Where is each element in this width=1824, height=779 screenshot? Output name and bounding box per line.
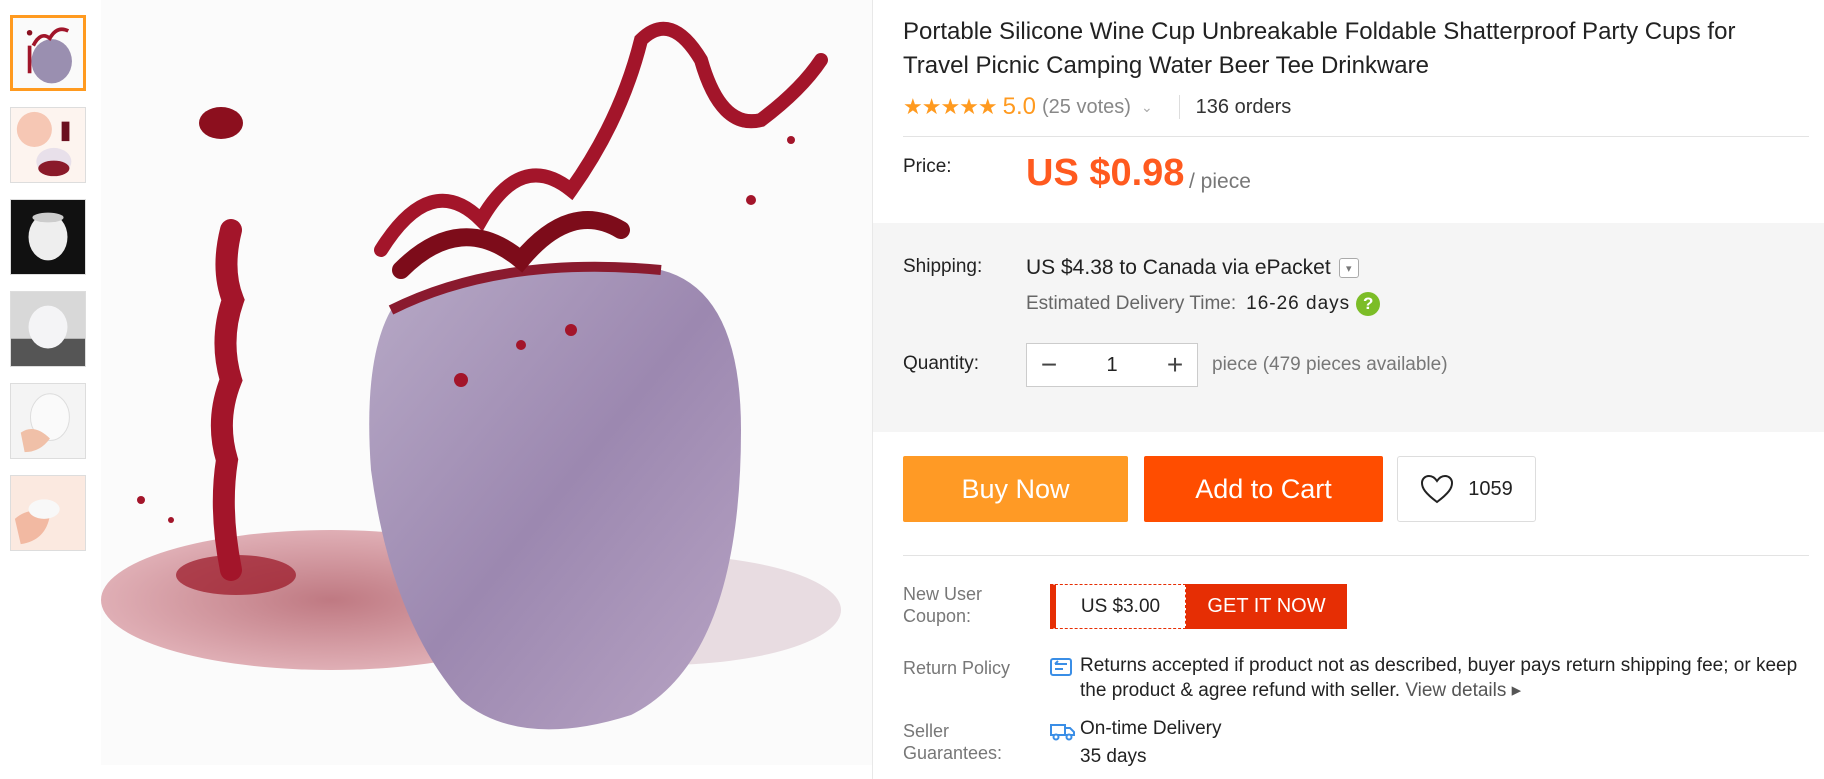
- product-title: Portable Silicone Wine Cup Unbreakable F…: [903, 18, 1736, 79]
- rating-stars-icon: ★★★★★: [903, 94, 998, 119]
- buy-now-button[interactable]: Buy Now: [903, 456, 1128, 522]
- coupon: US $3.00 GET IT NOW: [1050, 584, 1347, 629]
- delivery-time: Estimated Delivery Time: 16-26 days ?: [1026, 292, 1381, 316]
- thumbnail-2[interactable]: [10, 107, 86, 183]
- return-policy-text: Returns accepted if product not as descr…: [1080, 653, 1800, 703]
- votes-count[interactable]: (25 votes): [1042, 96, 1131, 119]
- coupon-label: New User Coupon:: [903, 584, 983, 626]
- price-unit: / piece: [1189, 170, 1251, 193]
- heart-icon: [1421, 474, 1454, 504]
- orders-count: 136 orders: [1195, 95, 1292, 118]
- minus-icon[interactable]: −: [1027, 344, 1071, 386]
- seller-guarantee-delivery: On-time Delivery: [1080, 718, 1222, 739]
- quantity-stepper: − 1 +: [1026, 343, 1198, 387]
- seller-guarantee-days: 35 days: [1080, 746, 1147, 767]
- main-product-image[interactable]: [101, 0, 872, 765]
- price-label: Price:: [903, 156, 952, 177]
- thumbnail-3[interactable]: [10, 199, 86, 275]
- plus-icon[interactable]: +: [1153, 344, 1197, 386]
- thumbnail-6[interactable]: [10, 475, 86, 551]
- view-details-link[interactable]: View details ▸: [1405, 680, 1521, 701]
- wishlist-count: 1059: [1468, 477, 1513, 500]
- thumbnail-4[interactable]: [10, 291, 86, 367]
- chevron-down-icon[interactable]: ▾: [1338, 258, 1359, 278]
- thumbnail-1[interactable]: [10, 15, 86, 91]
- rating-value: 5.0: [1002, 93, 1036, 120]
- help-icon[interactable]: ?: [1356, 292, 1381, 316]
- options-box: [873, 223, 1824, 432]
- coupon-amount: US $3.00: [1050, 584, 1186, 629]
- add-to-cart-button[interactable]: Add to Cart: [1144, 456, 1383, 522]
- truck-icon: [1050, 724, 1075, 741]
- delivery-days: 16-26 days: [1246, 293, 1351, 314]
- quantity-available: piece (479 pieces available): [1212, 354, 1448, 375]
- wishlist-button[interactable]: 1059: [1397, 456, 1536, 522]
- seller-guarantees-label: Seller Guarantees:: [903, 721, 1003, 763]
- thumbnail-5[interactable]: [10, 383, 86, 459]
- thumbnail-list: [10, 15, 88, 567]
- chevron-down-icon[interactable]: ⌄: [1141, 99, 1153, 116]
- delivery-label: Estimated Delivery Time:: [1026, 293, 1237, 314]
- price-value: US $0.98: [1026, 152, 1185, 194]
- rating-separator: [1178, 95, 1180, 119]
- divider: [903, 136, 1809, 137]
- rating-row: ★★★★★ 5.0 (25 votes) ⌄ 136 orders: [903, 92, 1291, 122]
- return-policy-label: Return Policy: [903, 658, 1011, 678]
- divider: [903, 555, 1809, 556]
- return-icon: [1050, 658, 1072, 676]
- shipping-label: Shipping:: [903, 256, 983, 277]
- quantity-input[interactable]: 1: [1071, 354, 1153, 377]
- get-coupon-button[interactable]: GET IT NOW: [1186, 584, 1347, 629]
- shipping-selector[interactable]: US $4.38 to Canada via ePacket ▾: [1026, 256, 1359, 280]
- shipping-value: US $4.38 to Canada via ePacket: [1026, 256, 1331, 279]
- quantity-label: Quantity:: [903, 353, 980, 374]
- product-info-panel: Portable Silicone Wine Cup Unbreakable F…: [873, 0, 1824, 779]
